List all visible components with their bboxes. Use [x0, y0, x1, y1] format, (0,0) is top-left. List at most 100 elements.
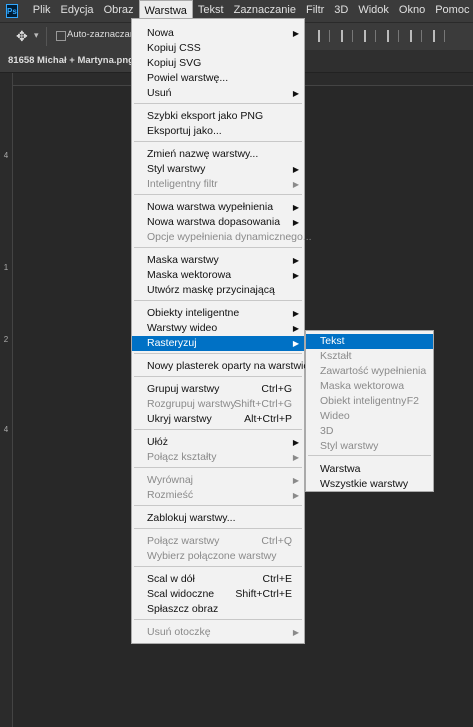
menu-separator	[308, 455, 431, 456]
align-left-icon[interactable]	[318, 30, 330, 42]
menu-item-kopiuj-svg[interactable]: Kopiuj SVG	[132, 56, 304, 71]
submenu-item-label: Warstwa	[320, 463, 361, 475]
menu-item-shortcut: Ctrl+G	[261, 383, 292, 395]
menu-item-label: Usuń otoczkę	[147, 626, 211, 638]
menu-item-label: Warstwy wideo	[147, 322, 218, 334]
submenu-arrow-icon: ▶	[292, 476, 299, 485]
menu-item-szybki-eksport-jako-png[interactable]: Szybki eksport jako PNG	[132, 109, 304, 124]
menu-separator	[134, 103, 302, 104]
menu-item-label: Wyrównaj	[147, 474, 193, 486]
auto-select-checkbox[interactable]	[56, 31, 66, 41]
submenu-item-label: 3D	[320, 425, 334, 437]
menu-item-warstwy-wideo[interactable]: Warstwy wideo ▶	[132, 321, 304, 336]
menu-item-opcje-wype-nienia-dynamicznego[interactable]: Opcje wypełnienia dynamicznego...	[132, 230, 312, 245]
menu-item-utw-rz-mask-przycinaj-c[interactable]: Utwórz maskę przycinającą	[132, 283, 304, 298]
submenu-item-warstwa[interactable]: Warstwa	[306, 462, 433, 477]
menu-item-label: Szybki eksport jako PNG	[147, 110, 264, 122]
submenu-arrow-icon: ▶	[292, 628, 299, 637]
menu-separator	[134, 194, 302, 195]
submenu-arrow-icon: ▶	[292, 491, 299, 500]
align-middle-icon[interactable]	[410, 30, 422, 42]
menu-item-rozmie[interactable]: Rozmieść ▶	[132, 488, 304, 503]
menu-filtr[interactable]: Filtr	[301, 0, 329, 22]
align-right-icon[interactable]	[364, 30, 376, 42]
menu-separator	[134, 467, 302, 468]
menu-item-label: Scal widoczne	[147, 588, 215, 600]
submenu-item-label: Maska wektorowa	[320, 380, 405, 392]
menu-item-po-cz-kszta-ty[interactable]: Połącz kształty ▶	[132, 450, 304, 465]
submenu-item-wideo[interactable]: Wideo	[306, 409, 433, 424]
options-separator	[46, 27, 47, 46]
menu-item-grupuj-warstwy[interactable]: Grupuj warstwy Ctrl+G	[132, 382, 304, 397]
submenu-arrow-icon: ▶	[292, 218, 299, 227]
menu-item-sp-aszcz-obraz[interactable]: Spłaszcz obraz	[132, 602, 304, 617]
submenu-item-zawarto-wype-nienia[interactable]: Zawartość wypełnienia	[306, 364, 433, 379]
menu-widok[interactable]: Widok	[353, 0, 394, 22]
menu-item-powiel-warstw[interactable]: Powiel warstwę...	[132, 71, 304, 86]
menu-edycja[interactable]: Edycja	[56, 0, 99, 22]
menu-item-styl-warstwy[interactable]: Styl warstwy ▶	[132, 162, 304, 177]
menu-item-nowa-warstwa-dopasowania[interactable]: Nowa warstwa dopasowania ▶	[132, 215, 304, 230]
menu-item-nowa-warstwa-wype-nienia[interactable]: Nowa warstwa wypełnienia ▶	[132, 200, 304, 215]
vertical-ruler: 4 1 2 4	[0, 73, 13, 727]
menu-item-kopiuj-css[interactable]: Kopiuj CSS	[132, 41, 304, 56]
submenu-item-label: Obiekt inteligentny	[320, 395, 407, 407]
rasterize-submenu: Tekst Kształt Zawartość wypełnienia Maska w…	[305, 330, 434, 492]
menu-pomoc[interactable]: Pomoc	[430, 0, 473, 22]
menu-item-eksportuj-jako[interactable]: Eksportuj jako...	[132, 124, 304, 139]
menu-item-obiekty-inteligentne[interactable]: Obiekty inteligentne ▶	[132, 306, 304, 321]
document-tab[interactable]: 81658 Michał + Martyna.png @	[0, 50, 135, 72]
menu-item-ukryj-warstwy[interactable]: Ukryj warstwy Alt+Ctrl+P	[132, 412, 304, 427]
submenu-item-label: Wszystkie warstwy	[320, 478, 409, 490]
menu-item-label: Maska warstwy	[147, 254, 219, 266]
menu-item-label: Utwórz maskę przycinającą	[147, 284, 275, 296]
menu-item-scal-widoczne[interactable]: Scal widoczne Shift+Ctrl+E	[132, 587, 304, 602]
submenu-item-maska-wektorowa[interactable]: Maska wektorowa	[306, 379, 433, 394]
ruler-tick: 4	[3, 151, 9, 160]
menu-item-wyr-wnaj[interactable]: Wyrównaj ▶	[132, 473, 304, 488]
menu-item-usu[interactable]: Usuń ▶	[132, 86, 304, 101]
menu-3d[interactable]: 3D	[329, 0, 353, 22]
submenu-arrow-icon: ▶	[292, 324, 299, 333]
submenu-arrow-icon: ▶	[292, 203, 299, 212]
menu-item-label: Usuń	[147, 87, 172, 99]
menu-item-label: Połącz kształty	[147, 451, 217, 463]
menu-item-inteligentny-filtr[interactable]: Inteligentny filtr ▶	[132, 177, 304, 192]
menu-separator	[134, 505, 302, 506]
submenu-item-wszystkie-warstwy[interactable]: Wszystkie warstwy	[306, 477, 433, 492]
menu-item-shortcut: Alt+Ctrl+P	[244, 413, 292, 425]
menu-item-label: Obiekty inteligentne	[147, 307, 240, 319]
menu-item-nowy-plasterek-oparty-na-warstwie[interactable]: Nowy plasterek oparty na warstwie	[132, 359, 309, 374]
chevron-down-icon[interactable]: ▾	[34, 30, 39, 41]
submenu-item-tekst[interactable]: Tekst	[306, 334, 433, 349]
menu-item-rozgrupuj-warstwy[interactable]: Rozgrupuj warstwy Shift+Ctrl+G	[132, 397, 304, 412]
menu-item-rasteryzuj[interactable]: Rasteryzuj ▶	[132, 336, 304, 351]
menu-okno[interactable]: Okno	[394, 0, 430, 22]
menu-item-wybierz-po-czone-warstwy[interactable]: Wybierz połączone warstwy	[132, 549, 304, 564]
menu-item-shortcut: Ctrl+E	[262, 573, 292, 585]
menu-item-po-cz-warstwy[interactable]: Połącz warstwy Ctrl+Q	[132, 534, 304, 549]
menu-plik[interactable]: Plik	[28, 0, 56, 22]
menu-item-u[interactable]: Ułóż ▶	[132, 435, 304, 450]
menu-item-maska-warstwy[interactable]: Maska warstwy ▶	[132, 253, 304, 268]
layer-menu-dropdown: Nowa ▶ Kopiuj CSS Kopiuj SVG Powiel warstwę.…	[131, 18, 312, 644]
menu-item-nowa[interactable]: Nowa ▶	[132, 26, 304, 41]
submenu-item-kszta-t[interactable]: Kształt	[306, 349, 433, 364]
menu-separator	[134, 619, 302, 620]
menu-item-zablokuj-warstwy[interactable]: Zablokuj warstwy...	[132, 511, 304, 526]
menu-item-usu-otoczk[interactable]: Usuń otoczkę ▶	[132, 625, 304, 640]
menu-item-label: Kopiuj SVG	[147, 57, 202, 69]
align-bottom-icon[interactable]	[433, 30, 445, 42]
submenu-item-label: Tekst	[320, 335, 345, 347]
align-center-icon[interactable]	[341, 30, 353, 42]
menu-item-scal-w-d[interactable]: Scal w dół Ctrl+E	[132, 572, 304, 587]
submenu-item-3d[interactable]: 3D	[306, 424, 433, 439]
submenu-item-label: Zawartość wypełnienia	[320, 365, 427, 377]
move-tool-icon[interactable]: ✥	[16, 29, 30, 43]
menu-item-maska-wektorowa[interactable]: Maska wektorowa ▶	[132, 268, 304, 283]
submenu-item-obiekt-inteligentny[interactable]: Obiekt inteligentny F2	[306, 394, 433, 409]
menu-item-zmie-nazw-warstwy[interactable]: Zmień nazwę warstwy...	[132, 147, 304, 162]
submenu-item-styl-warstwy[interactable]: Styl warstwy	[306, 439, 433, 454]
ruler-tick: 1	[3, 263, 9, 272]
align-top-icon[interactable]	[387, 30, 399, 42]
